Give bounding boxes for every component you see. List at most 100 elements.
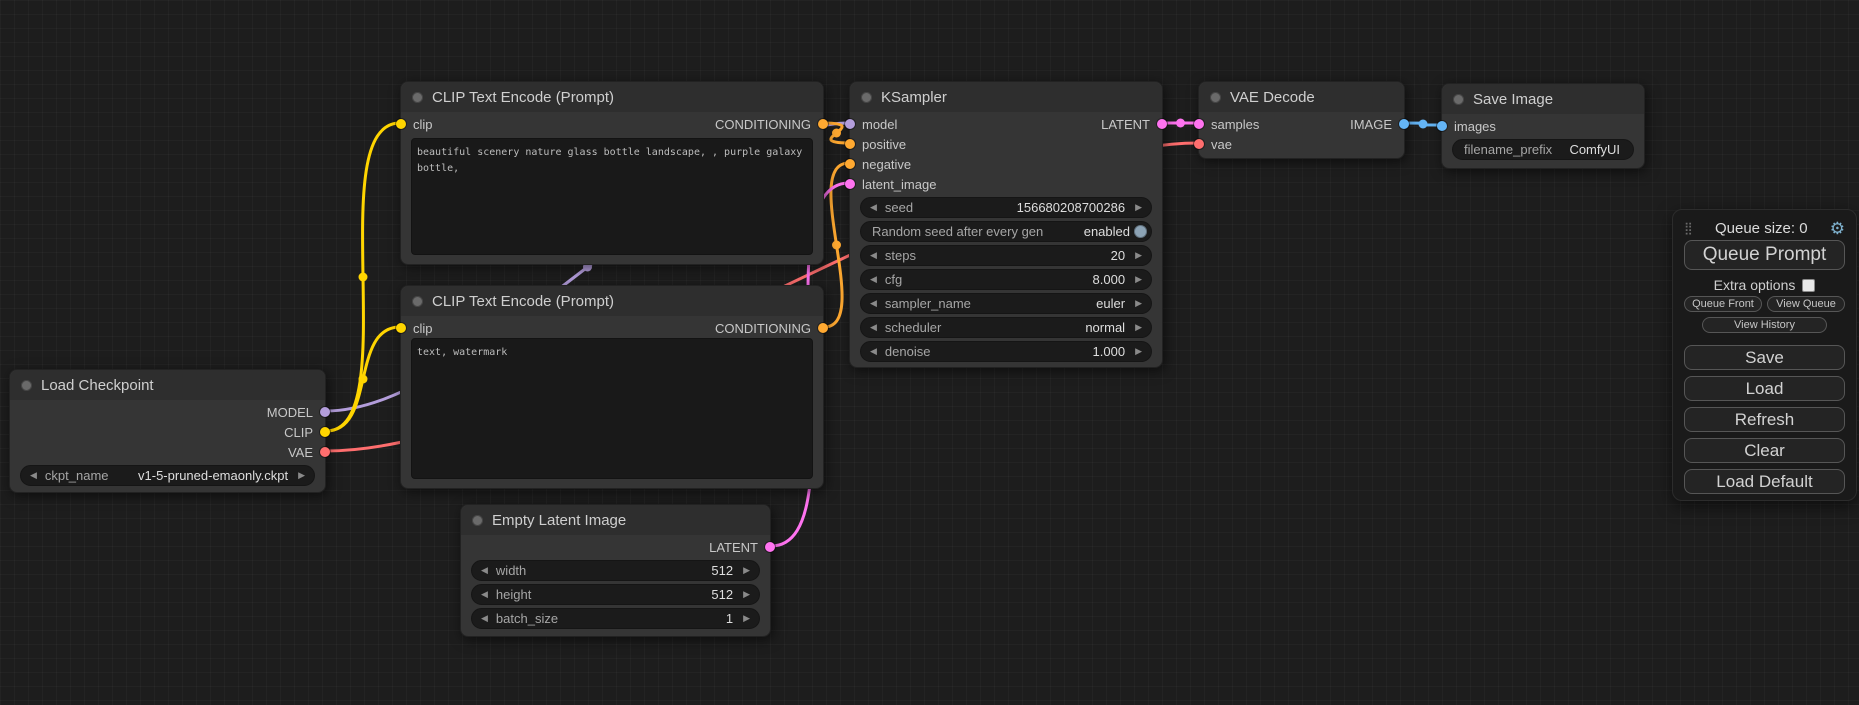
- ckpt-name-widget[interactable]: ◀ ckpt_name v1-5-pruned-emaonly.ckpt ▶: [20, 465, 315, 486]
- cfg-widget[interactable]: ◀ cfg 8.000 ▶: [860, 269, 1152, 290]
- collapse-toggle-icon[interactable]: [412, 92, 423, 103]
- decrement-arrow-icon[interactable]: ◀: [481, 614, 488, 623]
- latent-image-input-slot[interactable]: [845, 179, 855, 189]
- increment-arrow-icon[interactable]: ▶: [1135, 203, 1142, 212]
- prompt-textarea[interactable]: beautiful scenery nature glass bottle la…: [411, 138, 813, 255]
- slot-row: model LATENT: [850, 114, 1162, 134]
- widget-label: height: [496, 587, 531, 602]
- collapse-toggle-icon[interactable]: [1210, 92, 1221, 103]
- clip-output-slot[interactable]: [320, 427, 330, 437]
- link-midpoint-dot[interactable]: [359, 273, 368, 282]
- queue-prompt-button[interactable]: Queue Prompt: [1684, 240, 1845, 270]
- link-midpoint-dot[interactable]: [359, 375, 368, 384]
- positive-input-slot[interactable]: [845, 139, 855, 149]
- collapse-toggle-icon[interactable]: [412, 296, 423, 307]
- load-default-button[interactable]: Load Default: [1684, 469, 1845, 494]
- model-input-slot[interactable]: [845, 119, 855, 129]
- negative-input-slot[interactable]: [845, 159, 855, 169]
- view-history-button[interactable]: View History: [1702, 317, 1828, 333]
- node-load-checkpoint[interactable]: Load Checkpoint MODEL CLIP VAE ◀ ckpt_na…: [9, 369, 326, 493]
- increment-arrow-icon[interactable]: ▶: [1135, 299, 1142, 308]
- save-button[interactable]: Save: [1684, 345, 1845, 370]
- node-title-bar[interactable]: KSampler: [850, 82, 1162, 112]
- link-midpoint-dot[interactable]: [1176, 119, 1185, 128]
- vae-input-slot[interactable]: [1194, 139, 1204, 149]
- conditioning-output-slot[interactable]: [818, 119, 828, 129]
- collapse-toggle-icon[interactable]: [21, 380, 32, 391]
- steps-widget[interactable]: ◀ steps 20 ▶: [860, 245, 1152, 266]
- scheduler-widget[interactable]: ◀ scheduler normal ▶: [860, 317, 1152, 338]
- denoise-widget[interactable]: ◀ denoise 1.000 ▶: [860, 341, 1152, 362]
- increment-arrow-icon[interactable]: ▶: [1135, 251, 1142, 260]
- filename-prefix-widget[interactable]: filename_prefix ComfyUI: [1452, 139, 1634, 160]
- node-clip-text-encode-positive[interactable]: CLIP Text Encode (Prompt) clip CONDITION…: [400, 81, 824, 265]
- node-title-bar[interactable]: Save Image: [1442, 84, 1644, 114]
- decrement-arrow-icon[interactable]: ◀: [870, 323, 877, 332]
- increment-arrow-icon[interactable]: ▶: [298, 471, 305, 480]
- image-output-slot[interactable]: [1399, 119, 1409, 129]
- prompt-textarea[interactable]: text, watermark: [411, 338, 813, 479]
- decrement-arrow-icon[interactable]: ◀: [870, 275, 877, 284]
- model-output-slot[interactable]: [320, 407, 330, 417]
- decrement-arrow-icon[interactable]: ◀: [30, 471, 37, 480]
- collapse-toggle-icon[interactable]: [861, 92, 872, 103]
- node-vae-decode[interactable]: VAE Decode samples IMAGE vae: [1198, 81, 1405, 159]
- node-title-bar[interactable]: CLIP Text Encode (Prompt): [401, 286, 823, 316]
- node-title-bar[interactable]: Empty Latent Image: [461, 505, 770, 535]
- increment-arrow-icon[interactable]: ▶: [1135, 323, 1142, 332]
- images-input-slot[interactable]: [1437, 121, 1447, 131]
- random-seed-toggle-widget[interactable]: Random seed after every gen enabled: [860, 221, 1152, 242]
- latent-output-slot[interactable]: [1157, 119, 1167, 129]
- decrement-arrow-icon[interactable]: ◀: [870, 299, 877, 308]
- graph-canvas[interactable]: { "icons": { "left_arrow": "◀", "right_a…: [0, 0, 1859, 705]
- widget-value: 512: [711, 563, 733, 578]
- decrement-arrow-icon[interactable]: ◀: [870, 203, 877, 212]
- collapse-toggle-icon[interactable]: [1453, 94, 1464, 105]
- increment-arrow-icon[interactable]: ▶: [743, 614, 750, 623]
- output-slot-row: MODEL: [10, 402, 325, 422]
- node-title-bar[interactable]: Load Checkpoint: [10, 370, 325, 400]
- width-widget[interactable]: ◀ width 512 ▶: [471, 560, 760, 581]
- seed-widget[interactable]: ◀ seed 156680208700286 ▶: [860, 197, 1152, 218]
- queue-front-button[interactable]: Queue Front: [1684, 296, 1762, 312]
- drag-handle-icon[interactable]: ⣿: [1684, 221, 1693, 235]
- conditioning-output-slot[interactable]: [818, 323, 828, 333]
- clear-button[interactable]: Clear: [1684, 438, 1845, 463]
- widget-value: euler: [1096, 296, 1125, 311]
- node-title: KSampler: [881, 89, 947, 106]
- node-save-image[interactable]: Save Image images filename_prefix ComfyU…: [1441, 83, 1645, 169]
- collapse-toggle-icon[interactable]: [472, 515, 483, 526]
- refresh-button[interactable]: Refresh: [1684, 407, 1845, 432]
- link-midpoint-dot[interactable]: [832, 241, 841, 250]
- extra-options-checkbox[interactable]: [1802, 279, 1815, 292]
- node-clip-text-encode-negative[interactable]: CLIP Text Encode (Prompt) clip CONDITION…: [400, 285, 824, 489]
- sampler-name-widget[interactable]: ◀ sampler_name euler ▶: [860, 293, 1152, 314]
- node-ksampler[interactable]: KSampler model LATENT positive negative …: [849, 81, 1163, 368]
- decrement-arrow-icon[interactable]: ◀: [481, 566, 488, 575]
- increment-arrow-icon[interactable]: ▶: [1135, 275, 1142, 284]
- decrement-arrow-icon[interactable]: ◀: [481, 590, 488, 599]
- latent-output-slot[interactable]: [765, 542, 775, 552]
- clip-input-slot[interactable]: [396, 119, 406, 129]
- decrement-arrow-icon[interactable]: ◀: [870, 347, 877, 356]
- load-button[interactable]: Load: [1684, 376, 1845, 401]
- settings-gear-icon[interactable]: ⚙: [1830, 220, 1845, 237]
- link-midpoint-dot[interactable]: [1419, 120, 1428, 129]
- increment-arrow-icon[interactable]: ▶: [743, 566, 750, 575]
- increment-arrow-icon[interactable]: ▶: [1135, 347, 1142, 356]
- height-widget[interactable]: ◀ height 512 ▶: [471, 584, 760, 605]
- decrement-arrow-icon[interactable]: ◀: [870, 251, 877, 260]
- toggle-knob[interactable]: [1134, 225, 1147, 238]
- image-output-label: IMAGE: [1350, 117, 1392, 132]
- node-title-bar[interactable]: CLIP Text Encode (Prompt): [401, 82, 823, 112]
- batch-size-widget[interactable]: ◀ batch_size 1 ▶: [471, 608, 760, 629]
- node-empty-latent-image[interactable]: Empty Latent Image LATENT ◀ width 512 ▶ …: [460, 504, 771, 637]
- vae-output-slot[interactable]: [320, 447, 330, 457]
- output-slot-row: CLIP: [10, 422, 325, 442]
- samples-input-slot[interactable]: [1194, 119, 1204, 129]
- view-queue-button[interactable]: View Queue: [1767, 296, 1845, 312]
- increment-arrow-icon[interactable]: ▶: [743, 590, 750, 599]
- clip-input-slot[interactable]: [396, 323, 406, 333]
- node-title-bar[interactable]: VAE Decode: [1199, 82, 1404, 112]
- link-midpoint-dot[interactable]: [832, 129, 841, 138]
